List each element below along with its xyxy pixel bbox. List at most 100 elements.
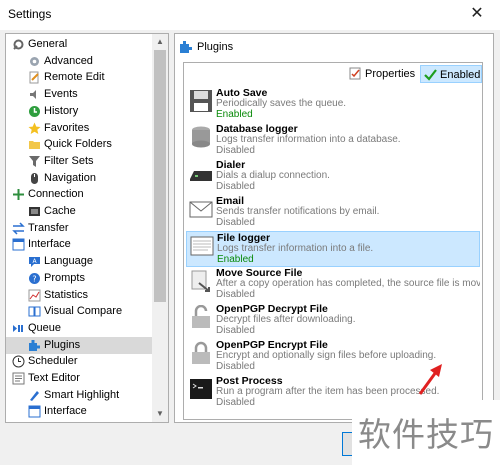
sidebar-item-filter-sets[interactable]: Filter Sets bbox=[6, 153, 156, 170]
sidebar-item-label: Visual Compare bbox=[44, 305, 123, 318]
plugin-item-dialer[interactable]: Dialer Dials a dialup connection. Disabled bbox=[186, 159, 480, 195]
plugin-item-database-logger[interactable]: Database logger Logs transfer information… bbox=[186, 123, 480, 159]
tree-scrollbar[interactable]: ▲ ▼ bbox=[152, 34, 168, 422]
sidebar-item-statistics[interactable]: Statistics bbox=[6, 287, 156, 304]
sidebar-item-label: Quick Folders bbox=[44, 138, 112, 151]
properties-button[interactable]: Properties bbox=[346, 65, 418, 83]
properties-label: Properties bbox=[365, 68, 416, 80]
sidebar-item-plugins[interactable]: Plugins bbox=[6, 336, 156, 354]
padlock-icon bbox=[192, 341, 210, 364]
general-icon bbox=[13, 39, 24, 50]
interface-icon bbox=[12, 238, 25, 251]
plugin-icon bbox=[180, 41, 192, 53]
plugin-toolbar: Properties Enabled bbox=[184, 63, 482, 85]
plugin-item-openpgp-decrypt[interactable]: OpenPGP Decrypt File Decrypt files after … bbox=[186, 303, 480, 339]
sidebar-item-label: History bbox=[44, 104, 79, 117]
sidebar-item-label: Remote Edit bbox=[44, 71, 105, 84]
sidebar-item-text-editor-interface[interactable]: Interface bbox=[6, 403, 156, 420]
language-icon: A bbox=[29, 257, 40, 268]
plugins-panel: Plugins Properties Enabled Auto Save Peri… bbox=[174, 33, 494, 423]
sidebar-item-label: Statistics bbox=[44, 288, 89, 301]
sidebar-item-label: Queue bbox=[28, 321, 62, 334]
sidebar-item-events[interactable]: Events bbox=[6, 86, 156, 103]
close-icon[interactable]: ✕ bbox=[454, 0, 500, 30]
sidebar-item-navigation[interactable]: Navigation bbox=[6, 170, 156, 187]
interface-icon bbox=[28, 405, 41, 418]
plugin-status: Disabled bbox=[216, 181, 255, 192]
star-icon bbox=[28, 122, 41, 134]
sidebar-item-advanced[interactable]: Advanced bbox=[6, 53, 156, 70]
checkmark-icon bbox=[424, 69, 437, 81]
sidebar-item-smart-highlight[interactable]: Smart Highlight bbox=[6, 387, 156, 404]
gear-icon bbox=[30, 56, 39, 66]
plugin-item-auto-save[interactable]: Auto Save Periodically saves the queue. En… bbox=[186, 87, 480, 123]
sidebar-item-label: Interface bbox=[44, 405, 87, 418]
folder-icon bbox=[29, 141, 40, 150]
sidebar-item-label: Favorites bbox=[44, 121, 90, 134]
console-icon bbox=[190, 379, 212, 399]
sidebar-item-quick-folders[interactable]: Quick Folders bbox=[6, 136, 156, 153]
plugin-status: Disabled bbox=[216, 361, 255, 372]
plugin-item-file-logger[interactable]: File logger Logs transfer information int… bbox=[186, 231, 480, 267]
sidebar-item-history[interactable]: History bbox=[6, 103, 156, 120]
plugin-status: Disabled bbox=[216, 325, 255, 336]
sound-icon bbox=[30, 90, 36, 100]
scroll-thumb[interactable] bbox=[154, 50, 166, 302]
sidebar-item-label: General bbox=[28, 38, 68, 50]
plugin-icon bbox=[29, 339, 40, 351]
sidebar-item-label: Plugins bbox=[44, 338, 81, 351]
annotation-arrow-icon bbox=[418, 364, 442, 395]
history-icon bbox=[29, 105, 40, 117]
panel-title: Plugins bbox=[197, 41, 234, 53]
plugin-description: After a copy operation has completed, th… bbox=[216, 278, 480, 289]
sidebar-item-queue[interactable]: Queue bbox=[6, 320, 156, 337]
plugin-status: Disabled bbox=[216, 217, 255, 228]
sidebar-item-remote-edit[interactable]: Remote Edit bbox=[6, 69, 156, 86]
sidebar-item-general[interactable]: General bbox=[6, 36, 156, 53]
log-file-icon bbox=[190, 236, 214, 256]
plugin-status: Disabled bbox=[216, 145, 255, 156]
scroll-down-icon[interactable]: ▼ bbox=[152, 406, 168, 422]
sidebar-item-label: Interface bbox=[28, 238, 71, 251]
plugin-status: Disabled bbox=[216, 289, 255, 300]
sidebar-item-label: Prompts bbox=[44, 271, 85, 284]
cache-icon bbox=[29, 207, 40, 216]
properties-icon bbox=[349, 67, 361, 80]
sidebar-item-label: Connection bbox=[28, 188, 84, 201]
statistics-icon bbox=[28, 289, 41, 301]
compare-icon bbox=[28, 306, 41, 317]
plugin-status: Disabled bbox=[216, 397, 255, 408]
sidebar-item-text-editor[interactable]: Text Editor bbox=[6, 370, 156, 387]
enabled-label: Enabled bbox=[440, 69, 481, 81]
settings-tree[interactable]: General Advanced Remote Edit Events History F… bbox=[5, 33, 169, 423]
sidebar-item-scheduler[interactable]: Scheduler bbox=[6, 353, 156, 370]
sidebar-item-connection[interactable]: Connection bbox=[6, 186, 156, 203]
sidebar-item-favorites[interactable]: Favorites bbox=[6, 120, 156, 137]
padlock-open-icon bbox=[192, 305, 210, 328]
sidebar-item-language[interactable]: A Language bbox=[6, 253, 156, 270]
plugin-item-move-source-file[interactable]: Move Source File After a copy operation h… bbox=[186, 267, 480, 303]
watermark-text: 软件技巧 bbox=[358, 415, 494, 454]
modem-icon bbox=[190, 171, 212, 181]
plugin-item-email[interactable]: Email Sends transfer notifications by ema… bbox=[186, 195, 480, 231]
scroll-up-icon[interactable]: ▲ bbox=[152, 34, 168, 50]
mouse-icon bbox=[31, 172, 38, 184]
sidebar-item-interface[interactable]: Interface bbox=[6, 236, 156, 253]
enabled-button[interactable]: Enabled bbox=[420, 65, 482, 83]
plugin-status: Enabled bbox=[217, 254, 254, 265]
sidebar-item-cache[interactable]: Cache bbox=[6, 203, 156, 220]
sidebar-item-transfer[interactable]: Transfer bbox=[6, 220, 156, 237]
question-icon: ? bbox=[29, 272, 40, 284]
watermark: 软件技巧 bbox=[352, 400, 500, 465]
sidebar-item-label: Text Editor bbox=[28, 372, 80, 384]
clock-icon bbox=[12, 355, 25, 368]
sidebar-item-prompts[interactable]: ? Prompts bbox=[6, 270, 156, 287]
sidebar-item-label: Transfer bbox=[28, 221, 69, 234]
svg-text:?: ? bbox=[32, 274, 36, 283]
move-icon bbox=[191, 270, 210, 292]
sidebar-item-label: Navigation bbox=[44, 171, 96, 184]
sidebar-item-visual-compare[interactable]: Visual Compare bbox=[6, 303, 156, 320]
filter-icon bbox=[29, 155, 40, 167]
floppy-icon bbox=[190, 90, 212, 112]
document-edit-icon bbox=[29, 71, 39, 84]
